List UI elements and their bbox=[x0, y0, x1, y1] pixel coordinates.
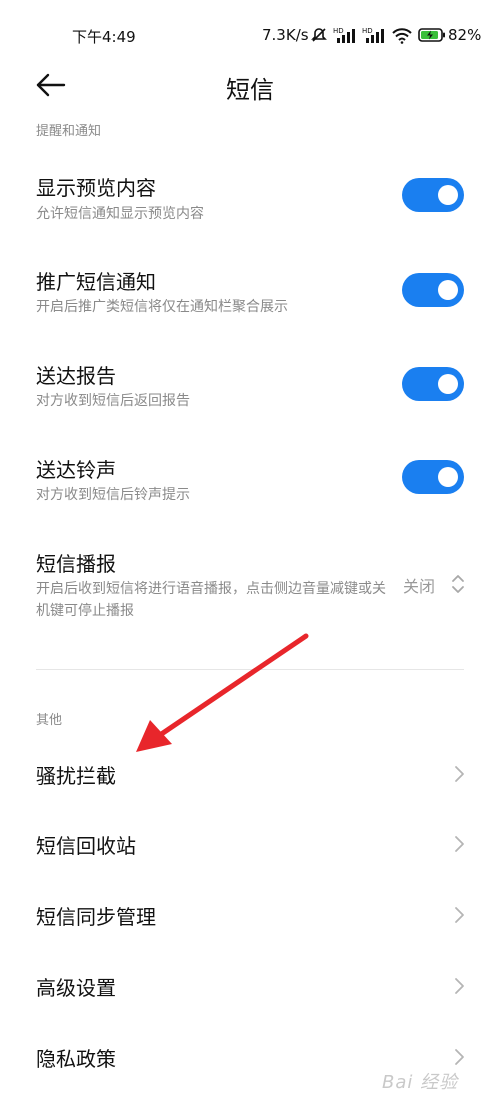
hd-signal-icon: HD bbox=[362, 27, 384, 43]
setting-title: 送达铃声 bbox=[36, 458, 116, 482]
status-icons: HD HD bbox=[310, 24, 446, 46]
link-title: 短信同步管理 bbox=[36, 905, 156, 929]
setting-subtitle: 开启后收到短信将进行语音播报，点击侧边音量减键或关机键可停止播报 bbox=[36, 581, 386, 619]
link-title: 高级设置 bbox=[36, 976, 116, 1000]
toggle-promo[interactable] bbox=[402, 273, 464, 307]
setting-row-broadcast[interactable]: 短信播报 开启后收到短信将进行语音播报，点击侧边音量减键或关机键可停止播报 关闭 bbox=[0, 540, 500, 640]
setting-row-delivery-report[interactable]: 送达报告 对方收到短信后返回报告 bbox=[0, 350, 500, 430]
link-row-sync[interactable]: 短信同步管理 bbox=[0, 891, 500, 939]
chevron-right-icon bbox=[455, 836, 464, 852]
chevron-right-icon bbox=[455, 907, 464, 923]
chevron-right-icon bbox=[455, 766, 464, 782]
setting-row-promo[interactable]: 推广短信通知 开启后推广类短信将仅在通知栏聚合展示 bbox=[0, 255, 500, 335]
section-label-notifications: 提醒和通知 bbox=[36, 124, 102, 139]
toggle-knob bbox=[438, 280, 458, 300]
mute-icon bbox=[311, 28, 327, 42]
broadcast-value[interactable]: 关闭 bbox=[403, 573, 435, 597]
toggle-preview[interactable] bbox=[402, 178, 464, 212]
status-bar: 下午4:49 7.3K/s HD HD 82% bbox=[0, 0, 500, 70]
section-divider bbox=[36, 669, 464, 670]
battery-percent: 82% bbox=[448, 26, 482, 44]
setting-row-preview[interactable]: 显示预览内容 允许短信通知显示预览内容 bbox=[0, 160, 500, 240]
setting-title: 推广短信通知 bbox=[36, 270, 156, 294]
arrow-left-icon[interactable] bbox=[34, 70, 68, 100]
link-title: 隐私政策 bbox=[36, 1047, 116, 1071]
watermark: Bai 经验 bbox=[382, 1072, 459, 1093]
svg-text:HD: HD bbox=[362, 27, 373, 35]
setting-subtitle: 开启后推广类短信将仅在通知栏聚合展示 bbox=[36, 299, 288, 315]
svg-text:HD: HD bbox=[333, 27, 344, 35]
toggle-knob bbox=[438, 374, 458, 394]
status-time: 下午4:49 bbox=[72, 28, 136, 46]
link-title: 骚扰拦截 bbox=[36, 764, 116, 788]
link-row-harassment-block[interactable]: 骚扰拦截 bbox=[0, 750, 500, 798]
link-title: 短信回收站 bbox=[36, 834, 136, 858]
setting-subtitle: 允许短信通知显示预览内容 bbox=[36, 206, 204, 222]
setting-row-delivery-ringtone[interactable]: 送达铃声 对方收到短信后铃声提示 bbox=[0, 444, 500, 524]
chevron-right-icon bbox=[455, 978, 464, 994]
status-net-speed: 7.3K/s bbox=[262, 26, 309, 44]
chevron-up-down-icon bbox=[452, 575, 464, 593]
section-label-other: 其他 bbox=[36, 713, 63, 728]
chevron-right-icon bbox=[455, 1049, 464, 1065]
toggle-knob bbox=[438, 467, 458, 487]
setting-title: 短信播报 bbox=[36, 552, 116, 576]
page-title: 短信 bbox=[226, 76, 274, 104]
battery-charging-icon bbox=[418, 28, 445, 42]
setting-subtitle: 对方收到短信后铃声提示 bbox=[36, 487, 190, 503]
toggle-knob bbox=[438, 185, 458, 205]
setting-subtitle: 对方收到短信后返回报告 bbox=[36, 393, 190, 409]
toggle-delivery-ringtone[interactable] bbox=[402, 460, 464, 494]
toggle-delivery-report[interactable] bbox=[402, 367, 464, 401]
setting-title: 显示预览内容 bbox=[36, 176, 156, 200]
setting-title: 送达报告 bbox=[36, 364, 116, 388]
link-row-recycle-bin[interactable]: 短信回收站 bbox=[0, 820, 500, 868]
wifi-icon bbox=[392, 28, 412, 44]
link-row-advanced[interactable]: 高级设置 bbox=[0, 962, 500, 1010]
hd-signal-icon: HD bbox=[333, 27, 355, 43]
